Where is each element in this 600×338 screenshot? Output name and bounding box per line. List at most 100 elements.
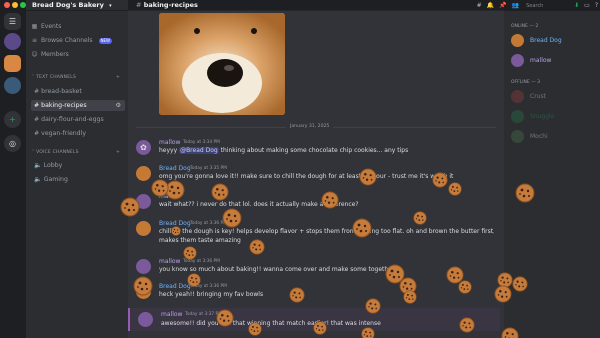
message[interactable]: Bread Dog Today at 3:36 PM chilling the … bbox=[128, 218, 500, 248]
message-text: chilling the dough is key! helps develop… bbox=[159, 228, 494, 235]
inbox-icon[interactable]: ▭ bbox=[584, 2, 590, 9]
member-offline[interactable]: Snuggle bbox=[511, 110, 597, 124]
user-mention[interactable]: @Bread Dog bbox=[179, 147, 219, 154]
channel-baking-recipes[interactable]: # baking-recipes ⚙ bbox=[31, 100, 125, 111]
speaker-icon: 🔈 bbox=[34, 162, 42, 169]
username[interactable]: mallow bbox=[159, 193, 180, 200]
avatar bbox=[511, 110, 524, 123]
voice-channel-label: Gaming bbox=[43, 176, 68, 183]
channel-vegan-friendly[interactable]: # vegan-friendly bbox=[31, 128, 125, 139]
voice-channels-category[interactable]: ˅ VOICE CHANNELS + bbox=[32, 150, 120, 155]
avatar[interactable] bbox=[136, 284, 151, 299]
members-list-icon[interactable]: 👥 bbox=[512, 2, 519, 9]
nav-browse-label: Browse Channels bbox=[41, 37, 93, 44]
member-name: mallow bbox=[530, 57, 552, 64]
member-name: Mochi bbox=[530, 133, 548, 140]
pin-icon[interactable]: 📌 bbox=[499, 2, 506, 9]
browse-icon: ≡ bbox=[31, 37, 38, 44]
message-text: wait what?? i never do that lol. does it… bbox=[159, 201, 359, 208]
username[interactable]: mallow bbox=[159, 258, 180, 265]
avatar[interactable] bbox=[136, 166, 151, 181]
online-category: ONLINE — 2 bbox=[511, 24, 539, 29]
calendar-icon: ▦ bbox=[31, 23, 38, 30]
message-text: awesome!! did you see that winning that … bbox=[161, 320, 381, 327]
server-icon-bread-dogs-bakery[interactable] bbox=[4, 55, 21, 72]
server-list: ☰ + ◎ bbox=[0, 11, 26, 338]
help-icon[interactable]: ? bbox=[595, 2, 598, 9]
avatar[interactable] bbox=[136, 194, 151, 209]
dog-photo-icon bbox=[159, 13, 285, 115]
search-input[interactable]: Search bbox=[524, 1, 570, 10]
message[interactable]: Bread Dog Today at 3:35 PM omg you're go… bbox=[128, 163, 500, 184]
server-icon-other[interactable] bbox=[4, 77, 21, 94]
timestamp: Today at 3:36 PM bbox=[190, 284, 227, 289]
threads-icon[interactable]: # bbox=[477, 2, 482, 9]
member-name: Crust bbox=[530, 93, 546, 100]
nav-events[interactable]: ▦ Events bbox=[31, 21, 62, 32]
minimize-window-button[interactable] bbox=[12, 2, 18, 8]
add-channel-icon[interactable]: + bbox=[116, 75, 120, 80]
channel-dairy-flour-and-eggs[interactable]: # dairy-flour-and-eggs bbox=[31, 114, 125, 125]
nav-members[interactable]: ☺ Members bbox=[31, 49, 69, 60]
member-offline[interactable]: Crust bbox=[511, 90, 597, 104]
bell-icon[interactable]: 🔔 bbox=[487, 2, 494, 9]
timestamp: Today at 3:36 PM bbox=[183, 259, 220, 264]
username[interactable]: Bread Dog bbox=[159, 165, 191, 172]
chevron-down-icon: ▾ bbox=[109, 3, 112, 9]
message-text-continued: makes them taste amazing bbox=[159, 237, 241, 244]
date-divider: January 31, 2025 bbox=[136, 124, 496, 130]
chat-main: # baking-recipes January 31, 2025 ✿ mall… bbox=[128, 0, 504, 338]
channel-label: baking-recipes bbox=[41, 102, 87, 109]
add-voice-channel-icon[interactable]: + bbox=[116, 150, 120, 155]
chat-header: # baking-recipes bbox=[128, 0, 504, 11]
members-icon: ☺ bbox=[31, 51, 38, 58]
member-name: Snuggle bbox=[530, 113, 555, 120]
timestamp: Today at 3:36 PM bbox=[190, 221, 227, 226]
text-channels-category[interactable]: ˅ TEXT CHANNELS + bbox=[32, 75, 120, 80]
close-window-button[interactable] bbox=[4, 2, 10, 8]
message[interactable]: Bread Dog Today at 3:36 PM heck yeah!! b… bbox=[128, 281, 500, 302]
message[interactable]: mallow Today at 3:36 PM you know so much… bbox=[128, 256, 500, 277]
download-icon[interactable]: ⬇ bbox=[574, 2, 579, 9]
member-offline[interactable]: Mochi bbox=[511, 130, 597, 144]
username[interactable]: Bread Dog bbox=[159, 283, 191, 290]
direct-messages-icon[interactable]: ☰ bbox=[4, 13, 21, 30]
voice-channel-lobby[interactable]: 🔈 Lobby bbox=[31, 160, 125, 171]
nav-members-label: Members bbox=[41, 51, 69, 58]
timestamp: Today at 3:37 PM bbox=[185, 312, 222, 317]
member-mallow[interactable]: mallow bbox=[511, 54, 597, 68]
channel-bread-basket[interactable]: # bread-basket bbox=[31, 86, 125, 97]
avatar bbox=[511, 34, 524, 47]
message-text: omg you're gonna love it!! make sure to … bbox=[159, 173, 454, 180]
avatar[interactable]: ✿ bbox=[136, 140, 151, 155]
server-icon-galaxy[interactable] bbox=[4, 33, 21, 50]
member-bread-dog[interactable]: Bread Dog bbox=[511, 34, 597, 48]
member-list: ONLINE — 2 Bread Dog mallow OFFLINE — 3 … bbox=[504, 11, 600, 338]
username[interactable]: mallow bbox=[159, 139, 180, 146]
offline-category: OFFLINE — 3 bbox=[511, 80, 540, 85]
header-toolbar: # 🔔 📌 👥 Search ⬇ ▭ ? bbox=[477, 0, 598, 11]
add-server-icon[interactable]: + bbox=[4, 111, 21, 128]
flower-avatar-icon: ✿ bbox=[140, 143, 147, 152]
nav-events-label: Events bbox=[41, 23, 62, 30]
timestamp: Today at 3:34 PM bbox=[183, 140, 220, 145]
message[interactable]: mallow wait what?? i never do that lol. … bbox=[128, 191, 500, 212]
channel-title: baking-recipes bbox=[143, 1, 198, 9]
username[interactable]: mallow bbox=[161, 311, 182, 318]
voice-category-label: VOICE CHANNELS bbox=[36, 150, 79, 155]
message-highlighted[interactable]: mallow Today at 3:37 PM awesome!! did yo… bbox=[128, 308, 500, 331]
avatar bbox=[511, 54, 524, 67]
avatar bbox=[511, 130, 524, 143]
avatar[interactable] bbox=[136, 259, 151, 274]
avatar[interactable] bbox=[136, 221, 151, 236]
avatar[interactable] bbox=[138, 312, 153, 327]
voice-channel-gaming[interactable]: 🔈 Gaming bbox=[31, 174, 125, 185]
nav-browse-channels[interactable]: ≡ Browse Channels NEW bbox=[31, 35, 112, 46]
settings-icon[interactable]: ⚙ bbox=[115, 100, 121, 111]
voice-channel-label: Lobby bbox=[43, 162, 63, 169]
username[interactable]: Bread Dog bbox=[159, 220, 191, 227]
explore-servers-icon[interactable]: ◎ bbox=[4, 135, 21, 152]
message[interactable]: ✿ mallow Today at 3:34 PM heyyy @Bread D… bbox=[128, 137, 500, 158]
server-header[interactable]: Bread Dog's Bakery ▾ bbox=[26, 0, 128, 11]
shiba-bread-image[interactable] bbox=[159, 13, 285, 115]
